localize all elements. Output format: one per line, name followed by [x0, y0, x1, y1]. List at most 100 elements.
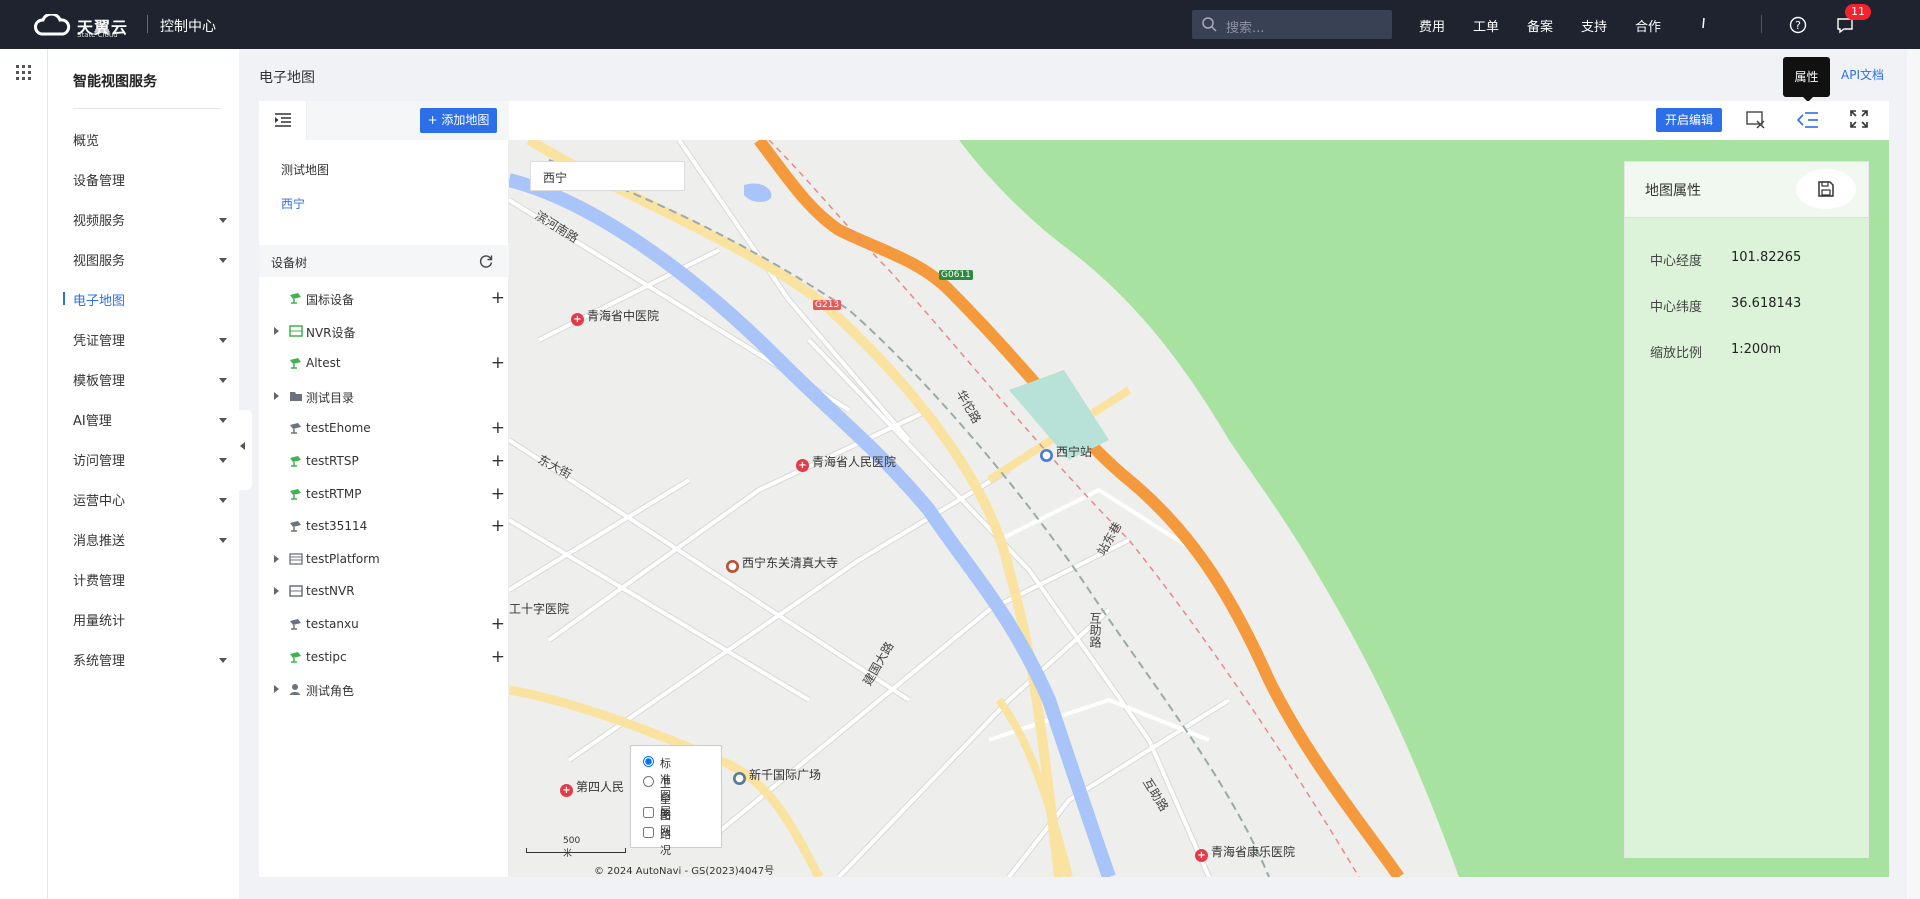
- caret-right-icon[interactable]: [274, 685, 279, 694]
- clear-markers-icon[interactable]: [1746, 110, 1766, 130]
- tree-node[interactable]: testRTSP +: [269, 451, 505, 473]
- sidenav-item[interactable]: 视频服务: [73, 210, 229, 234]
- sidenav-item[interactable]: 用量统计: [73, 610, 229, 634]
- folder-icon: [289, 389, 303, 403]
- tree-node[interactable]: 测试目录: [269, 386, 505, 408]
- map-search-input[interactable]: 西宁: [530, 161, 685, 191]
- chevron-down-icon: [219, 338, 227, 343]
- caret-right-icon[interactable]: [274, 326, 279, 335]
- map-list-item[interactable]: 测试地图: [281, 161, 329, 178]
- page-title: 电子地图: [259, 70, 315, 86]
- add-to-map-icon[interactable]: +: [491, 353, 505, 373]
- tree-node[interactable]: 测试角色: [269, 679, 505, 701]
- add-to-map-icon[interactable]: +: [491, 647, 505, 667]
- traffic-checkbox[interactable]: [643, 827, 654, 838]
- poi-hospital[interactable]: + 青海省人民医院: [796, 453, 896, 472]
- poi-station[interactable]: ● 西宁站: [1040, 443, 1092, 462]
- chevron-down-icon: [219, 658, 227, 663]
- sidenav-item-label: 访问管理: [73, 454, 126, 469]
- panel-header: + 添加地图: [259, 101, 509, 140]
- caret-right-icon[interactable]: [274, 587, 279, 596]
- map-properties-panel: 地图属性 中心经度 101.82265 中心纬度 36.618143 缩放比例 1:200…: [1624, 161, 1869, 858]
- api-doc-link[interactable]: API文档: [1841, 66, 1884, 83]
- add-to-map-icon[interactable]: +: [491, 484, 505, 504]
- map-list-item[interactable]: 西宁: [281, 195, 305, 212]
- tree-node[interactable]: 国标设备 +: [269, 288, 505, 310]
- add-to-map-icon[interactable]: +: [491, 614, 505, 634]
- poi-hospital[interactable]: + 青海省康乐医院: [1195, 843, 1295, 862]
- tree-node[interactable]: test35114 +: [269, 516, 505, 538]
- tree-node[interactable]: testPlatform: [269, 549, 505, 571]
- poi-mosque[interactable]: ● 西宁东关清真大寺: [726, 554, 838, 573]
- sidenav-item[interactable]: 设备管理: [73, 170, 229, 194]
- add-to-map-icon[interactable]: +: [491, 418, 505, 438]
- hospital-pin-icon: +: [796, 459, 809, 472]
- layer-standard-radio[interactable]: [643, 756, 654, 767]
- add-to-map-icon[interactable]: +: [491, 451, 505, 471]
- tree-node[interactable]: testipc +: [269, 647, 505, 669]
- toggle-panel-button[interactable]: [259, 101, 307, 140]
- sidenav-item[interactable]: 计费管理: [73, 570, 229, 594]
- tree-node[interactable]: Altest +: [269, 353, 505, 375]
- nav-filing[interactable]: 备案: [1527, 16, 1553, 35]
- flag-icon[interactable]: [1702, 17, 1708, 29]
- tree-node[interactable]: testRTMP +: [269, 484, 505, 506]
- add-to-map-icon[interactable]: +: [491, 516, 505, 536]
- save-icon[interactable]: [1793, 168, 1859, 210]
- console-title[interactable]: 控制中心: [160, 16, 216, 36]
- caret-right-icon[interactable]: [274, 554, 279, 563]
- sidenav-item-label: 概览: [73, 134, 100, 149]
- camera-green-icon: [289, 356, 303, 370]
- sidenav-item[interactable]: 运营中心: [73, 490, 229, 514]
- sidenav-item[interactable]: 凭证管理: [73, 330, 229, 354]
- sidenav-item[interactable]: 概览: [73, 130, 229, 154]
- poi-hospital[interactable]: + 青海省中医院: [571, 307, 659, 326]
- chevron-left-icon: [240, 442, 245, 450]
- scrollbar[interactable]: [1907, 49, 1920, 899]
- nav-support[interactable]: 支持: [1581, 16, 1607, 35]
- tree-node[interactable]: testanxu +: [269, 614, 505, 636]
- fullscreen-icon[interactable]: [1850, 110, 1868, 128]
- sidenav-item-label: 电子地图: [73, 294, 126, 309]
- poi-hospital[interactable]: + 第四人民: [560, 778, 624, 797]
- tree-node-label: testipc: [306, 649, 347, 664]
- tree-node[interactable]: testNVR: [269, 581, 505, 603]
- sidenav-item[interactable]: AI管理: [73, 410, 229, 434]
- layer-satellite-radio[interactable]: [643, 776, 654, 787]
- logo[interactable]: 天翼云 State Cloud: [33, 12, 143, 39]
- poi-hospital[interactable]: 工十字医院: [509, 600, 569, 617]
- nav-partner[interactable]: 合作: [1635, 16, 1661, 35]
- roadnet-checkbox[interactable]: [643, 807, 654, 818]
- sidenav-item[interactable]: 访问管理: [73, 450, 229, 474]
- add-to-map-icon[interactable]: +: [491, 288, 505, 308]
- collapse-sidebar-button[interactable]: [236, 410, 252, 490]
- sidenav-item[interactable]: 视图服务: [73, 250, 229, 274]
- sidenav-item[interactable]: 电子地图: [63, 290, 229, 314]
- sidenav-item[interactable]: 消息推送: [73, 530, 229, 554]
- poi-plaza[interactable]: ● 新千国际广场: [733, 766, 821, 785]
- sidenav-item[interactable]: 系统管理: [73, 650, 229, 674]
- sidenav-item[interactable]: 模板管理: [73, 370, 229, 394]
- enable-edit-button[interactable]: 开启编辑: [1656, 108, 1722, 132]
- properties-icon[interactable]: [1797, 110, 1819, 130]
- caret-right-icon[interactable]: [274, 391, 279, 400]
- tree-node-label: testanxu: [306, 617, 359, 631]
- add-map-button[interactable]: + 添加地图: [420, 108, 497, 133]
- map-canvas[interactable]: 西宁 + 青海省中医院 + 青海省人民医院 ● 西宁站 ● 西宁东关清真大寺 工十字医院…: [509, 140, 1889, 877]
- help-icon[interactable]: ?: [1789, 16, 1807, 34]
- grid-menu-icon[interactable]: [16, 65, 31, 80]
- refresh-icon[interactable]: [479, 254, 493, 268]
- property-value: 101.82265: [1731, 250, 1802, 265]
- landmark-pin-icon: ●: [726, 560, 739, 573]
- tree-node[interactable]: NVR设备: [269, 321, 505, 343]
- tree-node[interactable]: testEhome +: [269, 418, 505, 440]
- map-toolbar: 开启编辑: [509, 101, 1889, 140]
- nav-fee[interactable]: 费用: [1419, 16, 1445, 35]
- tree-node-label: testRTMP: [306, 486, 362, 501]
- sidenav-item-label: 系统管理: [73, 654, 126, 669]
- nav-ticket[interactable]: 工单: [1473, 16, 1499, 35]
- app-rail: [0, 49, 48, 899]
- chevron-down-icon: [219, 498, 227, 503]
- search-box[interactable]: 搜索...: [1192, 10, 1392, 39]
- platform-icon: [289, 552, 303, 566]
